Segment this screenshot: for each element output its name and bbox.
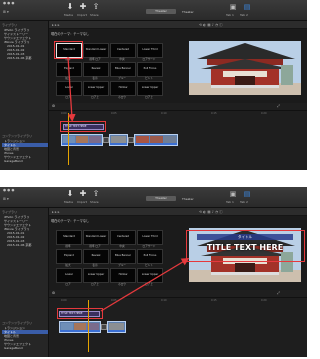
- drag-arrow: [67, 56, 76, 122]
- imovie-window-step-2: ● ● ● ⊞ ▾ ⬇ Media ✚ Import ⇪ Share Theat…: [0, 187, 307, 357]
- callout-arrow: [100, 257, 190, 312]
- imovie-window-step-1: ● ● ● ⊞ ▾ ⬇ Media ✚ Import ⇪ Share Theat…: [0, 0, 307, 170]
